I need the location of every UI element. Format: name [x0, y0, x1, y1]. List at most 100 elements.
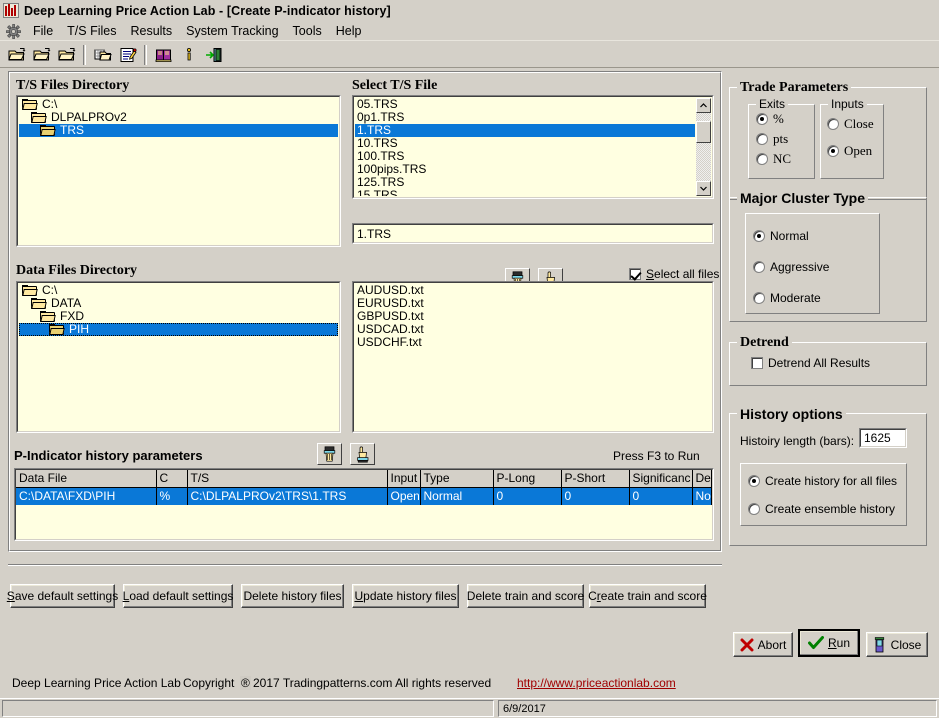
column-header-significance[interactable]: Significanc	[629, 470, 693, 488]
list-item-selected[interactable]: PIH	[19, 323, 338, 336]
list-item-selected[interactable]: 1.TRS	[355, 124, 695, 137]
column-header-data-file[interactable]: Data File	[16, 470, 157, 488]
add-parameter-row-button[interactable]	[317, 443, 342, 465]
info-icon[interactable]	[177, 43, 200, 66]
column-header-c[interactable]: C	[156, 470, 188, 488]
scrollbar-track[interactable]	[696, 113, 711, 181]
book-icon[interactable]	[152, 43, 175, 66]
ts-files-directory-listbox[interactable]: C:\ DLPALPROv2 TRS	[16, 95, 341, 247]
history-options-label: History options	[737, 406, 846, 422]
column-header-detrend[interactable]: Detrend	[692, 470, 712, 488]
delete-history-files-button[interactable]: Delete history files	[241, 584, 344, 608]
load-default-settings-button[interactable]: Load default settings	[123, 584, 233, 608]
client-area: T/S Files Directory C:\ DLPALPROv2 TRS S…	[0, 68, 939, 718]
table-row[interactable]: C:\DATA\FXD\PIH % C:\DLPALPROv2\TRS\1.TR…	[16, 487, 712, 505]
radio-exits-percent[interactable]: %	[756, 111, 784, 127]
list-item[interactable]: FXD	[19, 310, 338, 323]
radio-label: Open	[844, 143, 873, 158]
menu-item-system-tracking[interactable]: System Tracking	[179, 23, 285, 39]
radio-inputs-close[interactable]: Close	[827, 116, 874, 132]
website-link[interactable]: http://www.priceactionlab.com	[517, 676, 676, 690]
list-item-selected[interactable]: TRS	[19, 124, 338, 137]
menu-item-ts-files[interactable]: T/S Files	[60, 23, 123, 39]
radio-exits-pts[interactable]: pts	[756, 131, 788, 147]
gear-icon[interactable]	[4, 23, 22, 39]
scroll-down-button[interactable]	[696, 181, 711, 196]
update-history-files-button[interactable]: Update history files	[352, 584, 459, 608]
parameters-table[interactable]: Data File C T/S Input Type P-Long P-Shor…	[14, 468, 714, 541]
radio-button	[748, 475, 760, 487]
delete-train-and-score-button[interactable]: Delete train and score	[467, 584, 584, 608]
create-train-and-score-button[interactable]: Create train and score	[588, 584, 707, 608]
radio-label: Create ensemble history	[765, 502, 896, 516]
menu-item-file[interactable]: File	[26, 23, 60, 39]
save-default-settings-button[interactable]: Save default settings	[7, 584, 118, 608]
list-item[interactable]: 0p1.TRS	[355, 111, 695, 124]
menu-item-tools[interactable]: Tools	[286, 23, 329, 39]
scrollbar-thumb[interactable]	[696, 121, 711, 143]
detrend-all-results-checkbox[interactable]: Detrend All Results	[751, 356, 870, 370]
history-length-input[interactable]: 1625	[859, 428, 907, 448]
list-item[interactable]: 05.TRS	[355, 98, 695, 111]
list-item[interactable]: 125.TRS	[355, 176, 695, 189]
abort-button[interactable]: Abort	[733, 632, 793, 657]
radio-cluster-aggressive[interactable]: Aggressive	[753, 260, 829, 274]
radio-button	[748, 503, 760, 515]
list-item[interactable]: USDCHF.txt	[355, 336, 711, 349]
list-item[interactable]: 100pips.TRS	[355, 163, 695, 176]
select-all-files-checkbox[interactable]: Select all files	[629, 267, 719, 281]
list-item-label: TRS	[60, 123, 84, 137]
radio-label: Aggressive	[770, 260, 830, 274]
menu-item-help[interactable]: Help	[329, 23, 369, 39]
status-bar-date-pane: 6/9/2017	[498, 700, 937, 717]
radio-button	[827, 118, 839, 130]
column-header-p-short[interactable]: P-Short	[561, 470, 630, 488]
column-header-ts[interactable]: T/S	[187, 470, 388, 488]
column-header-input[interactable]: Input	[387, 470, 421, 488]
radio-button	[756, 113, 768, 125]
radio-create-history-all-files[interactable]: Create history for all files	[748, 474, 897, 488]
exit-door-icon[interactable]	[202, 43, 225, 66]
radio-exits-nc[interactable]: NC	[756, 151, 791, 167]
notepad-edit-icon[interactable]	[116, 43, 139, 66]
radio-button	[827, 145, 839, 157]
title-bar: Deep Learning Price Action Lab - [Create…	[0, 0, 939, 21]
cell-data-file: C:\DATA\FXD\PIH	[16, 487, 157, 505]
footer-copyright-symbol: ®	[240, 676, 251, 690]
column-header-type[interactable]: Type	[420, 470, 494, 488]
data-files-directory-listbox[interactable]: C:\ DATA FXD PIH	[16, 281, 341, 433]
trade-parameters-label: Trade Parameters	[737, 80, 852, 96]
open-folder-1-icon[interactable]	[5, 43, 28, 66]
menu-item-results[interactable]: Results	[123, 23, 179, 39]
select-ts-file-title: Select T/S File	[352, 78, 438, 93]
close-button[interactable]: Close	[866, 632, 928, 657]
select-all-files-label: Select all files	[646, 267, 720, 281]
folder-icon	[22, 98, 38, 111]
folder-grid-icon[interactable]	[91, 43, 114, 66]
press-f3-hint: Press F3 to Run	[613, 449, 700, 463]
select-ts-file-listbox[interactable]: 05.TRS 0p1.TRS 1.TRS 10.TRS 100.TRS 100p…	[352, 95, 714, 199]
radio-create-ensemble-history[interactable]: Create ensemble history	[748, 502, 895, 516]
window-title: Deep Learning Price Action Lab - [Create…	[24, 3, 391, 18]
radio-button	[753, 292, 765, 304]
column-header-p-long[interactable]: P-Long	[493, 470, 562, 488]
exit-door-icon	[874, 636, 884, 652]
run-button[interactable]: Run	[798, 629, 860, 657]
vertical-scrollbar[interactable]	[696, 98, 711, 196]
scroll-up-button[interactable]	[696, 98, 711, 113]
radio-label: Moderate	[770, 291, 821, 305]
open-folder-2-icon[interactable]	[30, 43, 53, 66]
radio-cluster-moderate[interactable]: Moderate	[753, 291, 821, 305]
checkbox-box	[751, 357, 763, 369]
open-folder-3-icon[interactable]	[55, 43, 78, 66]
radio-cluster-normal[interactable]: Normal	[753, 229, 809, 243]
footer-copyright-text: 2017 Tradingpatterns.com All rights rese…	[253, 676, 492, 690]
selected-ts-file-input[interactable]: 1.TRS	[352, 223, 714, 244]
radio-label: Create history for all files	[765, 474, 898, 488]
list-item[interactable]: 10.TRS	[355, 137, 695, 150]
remove-parameter-row-button[interactable]	[350, 443, 375, 465]
radio-inputs-open[interactable]: Open	[827, 143, 872, 159]
data-files-listbox[interactable]: AUDUSD.txt EURUSD.txt GBPUSD.txt USDCAD.…	[352, 281, 714, 433]
menu-bar: File T/S Files Results System Tracking T…	[0, 22, 939, 41]
list-item[interactable]: 15.TRS	[355, 189, 695, 197]
